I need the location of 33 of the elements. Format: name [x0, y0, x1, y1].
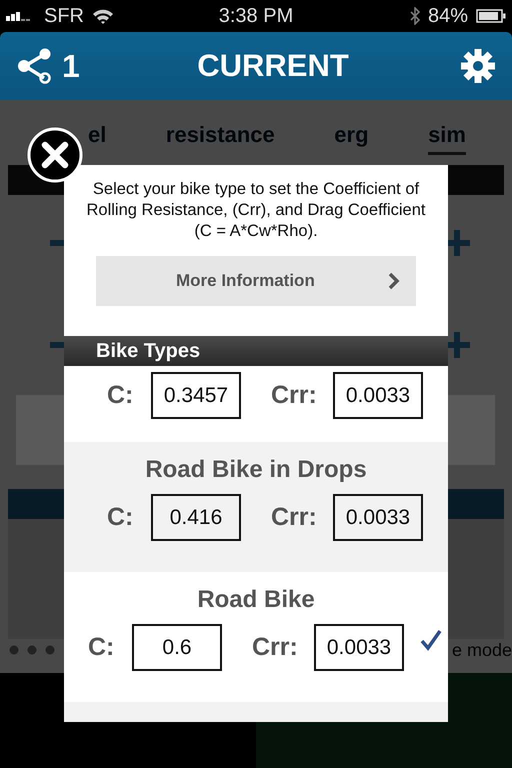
section-header: Bike Types [64, 336, 448, 366]
close-icon[interactable] [27, 127, 83, 183]
carrier-name: SFR [44, 4, 84, 28]
screen-title: CURRENT [197, 48, 349, 84]
input-field[interactable]: 0.3457 [151, 372, 241, 419]
mode-label: e mode [452, 640, 512, 660]
share-icon[interactable] [16, 47, 52, 85]
bike-name: Road Bike in Drops [145, 456, 367, 485]
input-field[interactable]: 0.416 [151, 494, 241, 541]
bluetooth-icon [410, 7, 420, 25]
more-information-button[interactable]: More Information [96, 256, 416, 306]
input-field[interactable]: 0.0033 [333, 494, 423, 541]
field-label: C: [107, 503, 134, 532]
field-label: Crr: [252, 633, 299, 662]
field-label: Crr: [271, 503, 318, 532]
input-field[interactable]: 0.0033 [314, 624, 404, 671]
page-dots-icon [9, 645, 55, 655]
field-label: C: [107, 381, 134, 410]
intro-text: Select your bike type to set the Coefficient of Rolling Resistance, (Crr), and Drag Coefficient (C = A*Cw*Rho). [86, 179, 426, 242]
input-field[interactable]: 0.0033 [333, 372, 423, 419]
battery-percent: 84% [428, 4, 468, 28]
wifi-icon [92, 8, 114, 24]
input-field[interactable]: 0.6 [132, 624, 222, 671]
share-count: 1 [62, 48, 80, 84]
field-label: Crr: [271, 381, 318, 410]
battery-icon [476, 9, 506, 23]
chevron-icon [388, 272, 400, 290]
settings-icon[interactable] [460, 48, 496, 84]
bike-name: Road Bike [197, 586, 315, 615]
status-time: 3:38 PM [218, 4, 294, 28]
field-label: C: [88, 633, 116, 662]
checkmark-icon [420, 628, 442, 650]
bike-type-row[interactable]: Road Bike in Drops C: 0.416 Crr: 0.0033 [64, 442, 448, 572]
